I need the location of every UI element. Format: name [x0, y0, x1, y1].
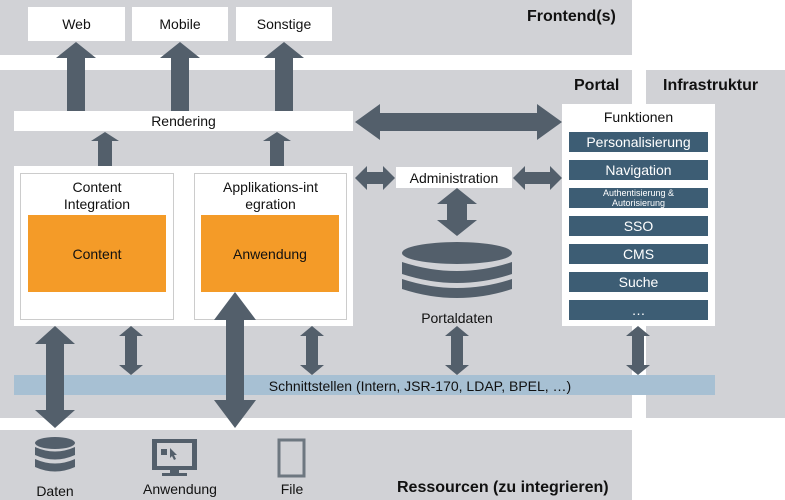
resource-anwendung-label: Anwendung	[143, 481, 217, 497]
file-icon	[277, 438, 306, 478]
arrow-admin-right	[513, 166, 562, 190]
architecture-diagram: Frontend(s) Portal Infrastruktur Ressour…	[0, 0, 785, 500]
resource-file-label: File	[280, 481, 304, 497]
arrow-rendering-funktionen	[355, 104, 562, 140]
arrow-up-mobile	[160, 42, 200, 111]
arrows-layer	[35, 42, 650, 478]
arrow-admin-left	[355, 166, 395, 190]
database-icon	[35, 437, 75, 472]
arrow-funktionen-interface	[626, 326, 650, 375]
arrow-up-app	[263, 132, 291, 166]
arrow-daten	[35, 326, 75, 428]
monitor-icon	[152, 439, 197, 476]
arrow-content-interface	[119, 326, 143, 375]
arrow-admin-db	[437, 188, 477, 236]
arrow-anwendung	[214, 292, 256, 428]
resource-daten-label: Daten	[36, 483, 74, 499]
arrow-up-content	[91, 132, 119, 166]
schnittstellen-label: Schnittstellen (Intern, JSR-170, LDAP, B…	[268, 378, 572, 394]
arrow-db-interface	[445, 326, 469, 375]
arrow-up-web	[56, 42, 96, 111]
arrow-app-interface	[300, 326, 324, 375]
arrow-up-sonstige	[264, 42, 304, 111]
portaldaten-database-icon	[402, 242, 512, 298]
